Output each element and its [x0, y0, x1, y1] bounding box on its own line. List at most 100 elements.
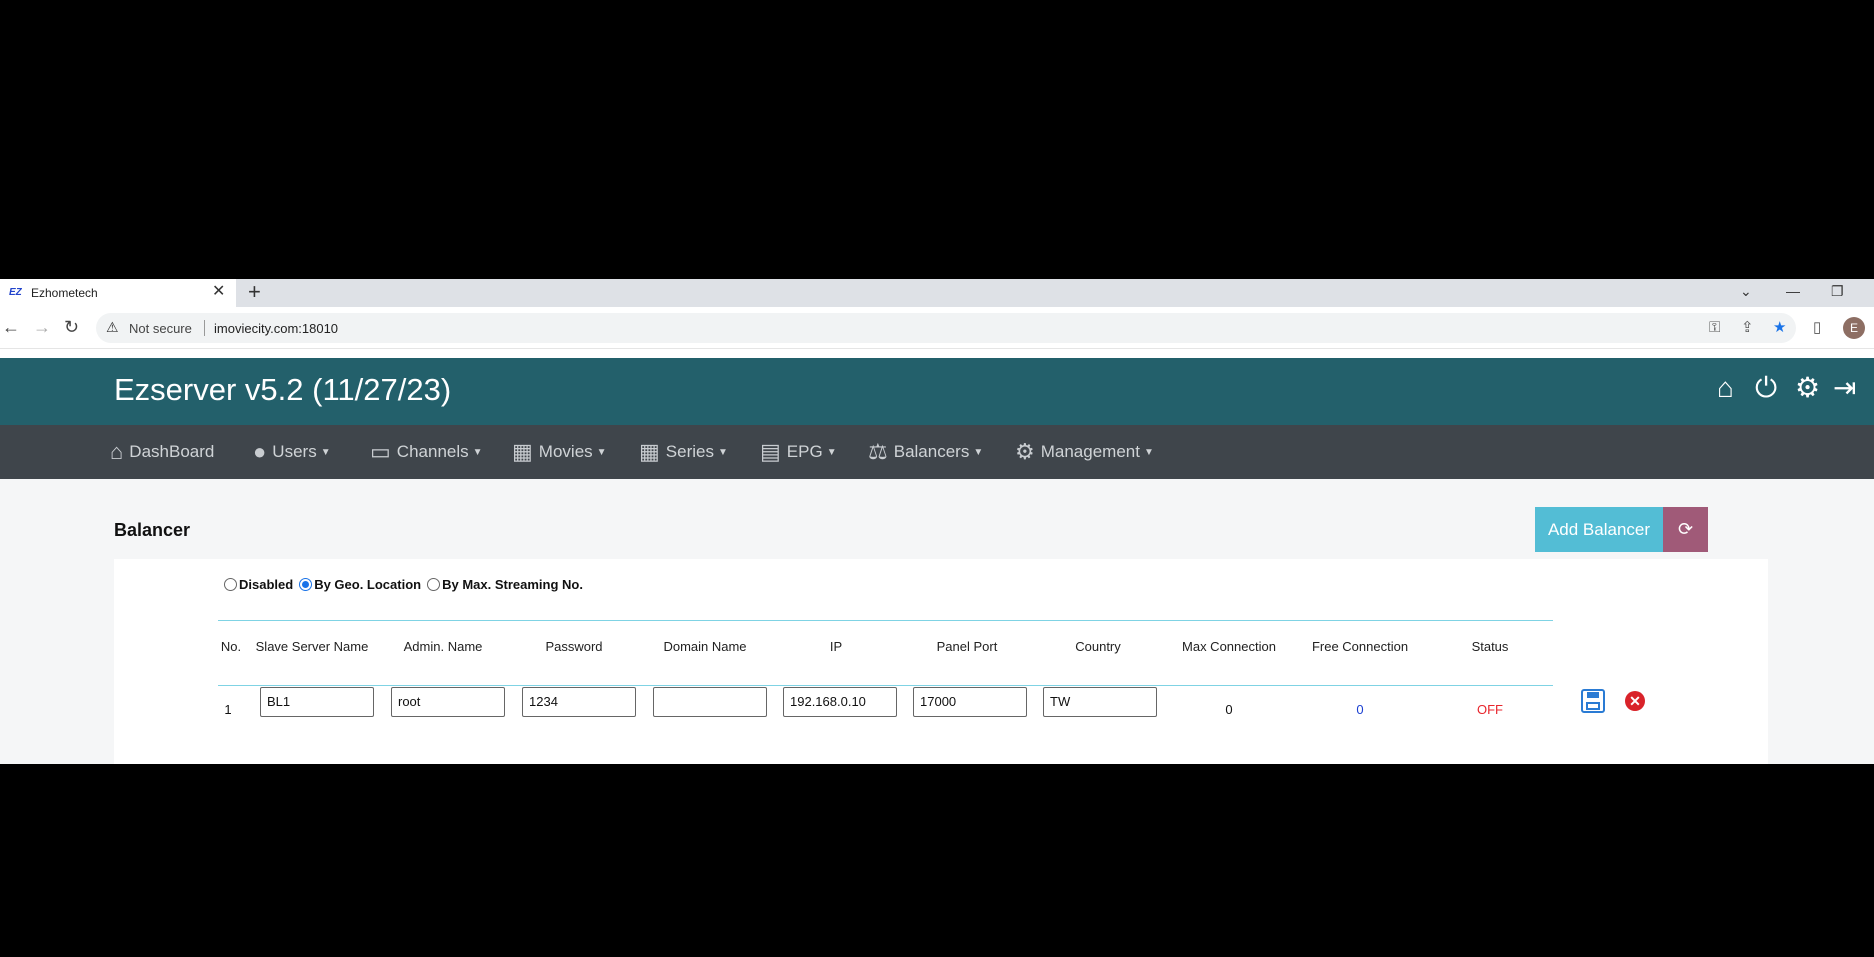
radio-geo-location[interactable]	[299, 578, 313, 591]
key-icon[interactable]: ⚿	[1709, 319, 1720, 337]
table-top-border	[218, 620, 1553, 621]
nav-channels[interactable]: ▭ Channels ▼	[370, 439, 483, 465]
nav-management[interactable]: ⚙ Management ▼	[1015, 439, 1154, 465]
gear-icon[interactable]: ⚙	[1795, 372, 1820, 404]
row-no: 1	[224, 702, 232, 717]
security-label[interactable]: Not secure	[129, 321, 192, 336]
header-slave-server-name: Slave Server Name	[255, 639, 369, 654]
header-max-connection: Max Connection	[1182, 639, 1276, 654]
power-icon[interactable]: ⏻	[1755, 372, 1777, 404]
ip-input[interactable]: 192.168.0.10	[783, 687, 897, 717]
sidepanel-icon[interactable]: ▯	[1813, 319, 1821, 337]
url-box[interactable]: ⚠ Not secure imoviecity.com:18010	[96, 313, 1796, 343]
forward-icon[interactable]: →	[33, 317, 51, 337]
logout-icon[interactable]: ⇥	[1833, 372, 1856, 404]
radio-label: By Max. Streaming No.	[442, 577, 583, 592]
favicon-icon: EZ	[9, 287, 22, 298]
admin-name-input[interactable]: root	[391, 687, 505, 717]
minimize-icon[interactable]: —	[1786, 283, 1800, 299]
tab-close-icon[interactable]: ✕	[212, 282, 225, 302]
balancer-panel: Disabled By Geo. Location By Max. Stream…	[114, 559, 1768, 764]
app-header: Ezserver v5.2 (11/27/23) ⌂ ⏻ ⚙ ⇥	[0, 358, 1874, 425]
warning-icon[interactable]: ⚠	[106, 319, 119, 336]
nav-label: Channels	[396, 442, 469, 461]
address-bar: ← → ↻ ⚠ Not secure imoviecity.com:18010 …	[0, 307, 1874, 349]
tab-title: Ezhometech	[31, 286, 98, 300]
page-title: Balancer	[114, 520, 191, 540]
url-text[interactable]: imoviecity.com:18010	[214, 321, 338, 336]
status-badge: OFF	[1477, 702, 1503, 717]
browser-tab[interactable]: EZ Ezhometech ✕	[0, 279, 236, 307]
header-ip: IP	[829, 639, 843, 654]
header-admin-name: Admin. Name	[403, 639, 483, 654]
radio-label: Disabled	[239, 577, 294, 592]
free-connection-value: 0	[1356, 702, 1364, 717]
nav-dashboard[interactable]: ⌂ DashBoard	[110, 439, 214, 465]
caret-down-icon: ▼	[472, 446, 483, 458]
nav-label: Users	[272, 442, 317, 461]
app-title: Ezserver v5.2 (11/27/23)	[114, 372, 452, 407]
nav-label: DashBoard	[129, 442, 215, 461]
browser-window: EZ Ezhometech ✕ + ⌄ — ❐ ← → ↻ ⚠ Not secu…	[0, 279, 1874, 764]
max-connection-value: 0	[1225, 702, 1233, 717]
caret-down-icon: ▼	[826, 446, 837, 458]
film-icon: ▦	[639, 439, 660, 464]
tv-guide-icon: ▤	[760, 439, 781, 464]
home-icon: ⌂	[110, 439, 124, 464]
panel-port-input[interactable]: 17000	[913, 687, 1027, 717]
monitor-icon: ▭	[370, 439, 391, 464]
main-content: Balancer Add Balancer ⟳ Disabled By Geo.…	[0, 479, 1874, 764]
header-password: Password	[545, 639, 603, 654]
caret-down-icon: ▼	[717, 446, 728, 458]
nav-label: Management	[1040, 442, 1140, 461]
refresh-icon: ⟳	[1677, 519, 1694, 539]
delete-icon[interactable]: ✕	[1625, 691, 1645, 711]
caret-down-icon: ▼	[596, 446, 607, 458]
nav-label: Balancers	[893, 442, 970, 461]
radio-disabled[interactable]	[224, 578, 237, 591]
nav-movies[interactable]: ▦ Movies ▼	[512, 439, 607, 465]
radio-max-streaming[interactable]	[427, 578, 441, 591]
caret-down-icon: ▼	[320, 446, 331, 458]
home-icon[interactable]: ⌂	[1717, 372, 1734, 404]
domain-name-input[interactable]	[653, 687, 767, 717]
nav-label: EPG	[786, 442, 823, 461]
share-icon[interactable]: ⇪	[1741, 319, 1754, 337]
password-input[interactable]: 1234	[522, 687, 636, 717]
header-free-connection: Free Connection	[1311, 639, 1409, 654]
nav-balancers[interactable]: ⚖ Balancers ▼	[868, 439, 983, 465]
add-balancer-button[interactable]: Add Balancer	[1535, 507, 1663, 552]
save-icon[interactable]	[1581, 689, 1605, 713]
nav-users[interactable]: ● Users ▼	[253, 439, 331, 465]
caret-down-icon: ▼	[1143, 446, 1154, 458]
refresh-button[interactable]: ⟳	[1663, 507, 1708, 552]
user-icon: ●	[253, 439, 267, 464]
nav-epg[interactable]: ▤ EPG ▼	[760, 439, 837, 465]
tab-search-icon[interactable]: ⌄	[1740, 283, 1752, 300]
table-header-border	[218, 685, 1553, 686]
scale-icon: ⚖	[868, 439, 888, 464]
country-input[interactable]: TW	[1043, 687, 1157, 717]
main-nav: ⌂ DashBoard ● Users ▼ ▭ Channels ▼ ▦ Mov…	[0, 425, 1874, 479]
star-icon[interactable]: ★	[1773, 319, 1786, 337]
gear-icon: ⚙	[1015, 439, 1035, 464]
nav-label: Movies	[538, 442, 593, 461]
back-icon[interactable]: ←	[2, 317, 20, 337]
restore-icon[interactable]: ❐	[1831, 283, 1844, 300]
radio-label: By Geo. Location	[314, 577, 422, 592]
header-no: No.	[220, 639, 242, 654]
header-panel-port: Panel Port	[936, 639, 998, 654]
film-icon: ▦	[512, 439, 533, 464]
slave-server-name-input[interactable]: BL1	[260, 687, 374, 717]
header-domain-name: Domain Name	[663, 639, 747, 654]
header-country: Country	[1075, 639, 1121, 654]
divider	[204, 320, 205, 336]
new-tab-icon[interactable]: +	[248, 280, 261, 304]
balance-mode-group: Disabled By Geo. Location By Max. Stream…	[222, 577, 587, 592]
profile-avatar[interactable]: E	[1843, 317, 1865, 339]
caret-down-icon: ▼	[973, 446, 984, 458]
header-status: Status	[1471, 639, 1509, 654]
nav-label: Series	[665, 442, 714, 461]
reload-icon[interactable]: ↻	[64, 317, 79, 337]
nav-series[interactable]: ▦ Series ▼	[639, 439, 728, 465]
